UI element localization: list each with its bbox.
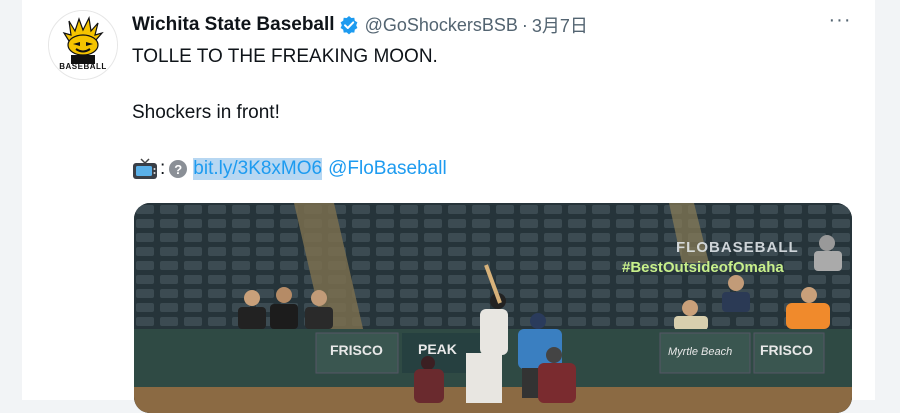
watermark-hashtag: #BestOutsideofOmaha (622, 259, 784, 276)
mention-link[interactable]: @FloBaseball (328, 158, 447, 180)
verified-badge-icon (339, 15, 359, 35)
wall-sign-4: FRISCO (760, 342, 813, 358)
baseball-video-frame (134, 203, 852, 413)
question-mark-icon: ? (169, 160, 188, 178)
more-options-icon[interactable]: ··· (828, 8, 852, 32)
video-media[interactable] (134, 203, 852, 413)
colon: : (160, 158, 166, 179)
avatar-caption: BASEBALL (59, 62, 107, 71)
separator-dot: · (521, 14, 528, 35)
tweet-text-line-3: : ? bit.ly/3K8xMO6 @FloBaseball (132, 158, 447, 180)
short-link[interactable]: bit.ly/3K8xMO6 (193, 158, 323, 180)
wall-sign-3: Myrtle Beach (668, 346, 733, 358)
wall-sign-2: PEAK (418, 341, 457, 357)
author-name[interactable]: Wichita State Baseball (132, 14, 335, 36)
author-handle[interactable]: @GoShockersBSB (365, 15, 518, 36)
tv-emoji-icon (132, 158, 158, 180)
avatar[interactable]: BASEBALL (48, 10, 118, 80)
wall-sign-1: FRISCO (330, 342, 383, 358)
tweet-text-line-1: TOLLE TO THE FREAKING MOON. (132, 46, 438, 67)
tweet-text-line-2: Shockers in front! (132, 102, 280, 123)
watermark-brand: FLOBASEBALL (676, 239, 799, 256)
tweet-date[interactable]: 3月7日 (532, 12, 588, 38)
page: BASEBALL Wichita State Baseball @GoShock… (0, 0, 900, 413)
tweet-header: Wichita State Baseball @GoShockersBSB · … (132, 12, 588, 38)
